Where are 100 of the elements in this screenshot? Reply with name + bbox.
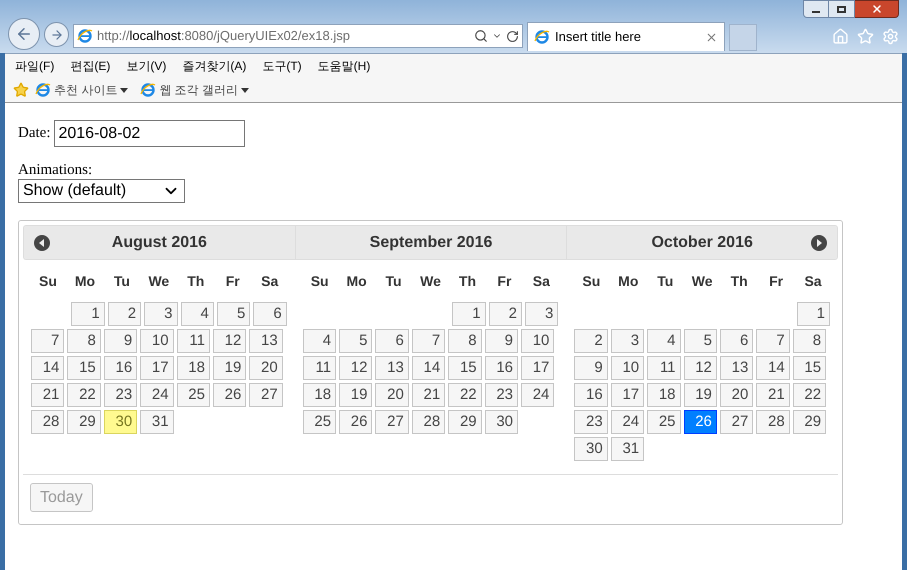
day-cell[interactable]: 5 <box>684 329 717 353</box>
menu-item[interactable]: 보기(V) <box>126 57 166 75</box>
day-cell[interactable]: 19 <box>684 383 717 407</box>
day-cell[interactable]: 7 <box>31 329 64 353</box>
day-cell[interactable]: 26 <box>684 410 717 434</box>
day-cell[interactable]: 28 <box>756 410 790 434</box>
day-cell[interactable]: 7 <box>756 329 790 353</box>
day-cell[interactable]: 8 <box>792 329 826 353</box>
day-cell[interactable]: 29 <box>792 410 826 434</box>
day-cell[interactable]: 16 <box>484 356 518 380</box>
day-cell[interactable]: 23 <box>484 383 518 407</box>
refresh-icon[interactable] <box>506 30 519 42</box>
day-cell[interactable]: 15 <box>67 356 101 380</box>
day-cell[interactable]: 3 <box>524 302 558 326</box>
day-cell[interactable]: 25 <box>302 410 336 434</box>
day-cell[interactable]: 9 <box>104 329 138 353</box>
menu-item[interactable]: 파일(F) <box>15 57 54 75</box>
day-cell[interactable]: 30 <box>104 410 138 434</box>
day-cell[interactable]: 17 <box>140 356 174 380</box>
day-cell[interactable]: 21 <box>31 383 64 407</box>
day-cell[interactable]: 12 <box>339 356 372 380</box>
favorites-star-icon[interactable] <box>13 82 29 98</box>
day-cell[interactable]: 12 <box>212 329 246 353</box>
day-cell[interactable]: 28 <box>412 410 446 434</box>
day-cell[interactable]: 9 <box>574 356 608 380</box>
day-cell[interactable]: 19 <box>212 356 246 380</box>
day-cell[interactable]: 31 <box>140 410 174 434</box>
day-cell[interactable]: 9 <box>484 329 518 353</box>
day-cell[interactable]: 10 <box>140 329 174 353</box>
favorites-link[interactable]: 추천 사이트 <box>35 81 128 99</box>
day-cell[interactable]: 4 <box>302 329 336 353</box>
day-cell[interactable]: 15 <box>792 356 826 380</box>
day-cell[interactable]: 10 <box>521 329 554 353</box>
day-cell[interactable]: 28 <box>31 410 64 434</box>
previous-month-button[interactable] <box>34 235 50 251</box>
day-cell[interactable]: 29 <box>67 410 101 434</box>
day-cell[interactable]: 22 <box>448 383 482 407</box>
day-cell[interactable]: 26 <box>212 383 246 407</box>
menu-item[interactable]: 도구(T) <box>262 57 302 75</box>
day-cell[interactable]: 11 <box>176 329 210 353</box>
day-cell[interactable]: 17 <box>521 356 554 380</box>
day-cell[interactable]: 10 <box>610 356 644 380</box>
day-cell[interactable]: 26 <box>339 410 372 434</box>
back-button[interactable] <box>8 18 40 50</box>
next-month-button[interactable] <box>811 235 828 251</box>
day-cell[interactable]: 1 <box>452 302 486 326</box>
day-cell[interactable]: 1 <box>71 302 105 326</box>
maximize-button[interactable] <box>829 0 855 18</box>
day-cell[interactable]: 21 <box>756 383 790 407</box>
day-cell[interactable]: 11 <box>647 356 681 380</box>
day-cell[interactable]: 16 <box>104 356 138 380</box>
day-cell[interactable]: 8 <box>67 329 101 353</box>
day-cell[interactable]: 22 <box>792 383 826 407</box>
day-cell[interactable]: 17 <box>610 383 644 407</box>
day-cell[interactable]: 12 <box>684 356 717 380</box>
menu-item[interactable]: 편집(E) <box>70 57 110 75</box>
day-cell[interactable]: 27 <box>720 410 754 434</box>
day-cell[interactable]: 30 <box>484 410 518 434</box>
close-window-button[interactable] <box>855 0 899 18</box>
day-cell[interactable]: 27 <box>249 383 283 407</box>
browser-tab[interactable]: Insert title here <box>527 22 725 51</box>
day-cell[interactable]: 24 <box>521 383 554 407</box>
day-cell[interactable]: 1 <box>796 302 830 326</box>
day-cell[interactable]: 25 <box>176 383 210 407</box>
day-cell[interactable]: 2 <box>488 302 522 326</box>
day-cell[interactable]: 13 <box>720 356 754 380</box>
day-cell[interactable]: 20 <box>249 356 283 380</box>
day-cell[interactable]: 5 <box>339 329 372 353</box>
day-cell[interactable]: 14 <box>31 356 64 380</box>
forward-button[interactable] <box>44 22 69 47</box>
search-icon[interactable] <box>474 29 488 43</box>
day-cell[interactable]: 25 <box>647 410 681 434</box>
close-icon[interactable] <box>705 30 718 44</box>
day-cell[interactable]: 30 <box>574 437 608 461</box>
menu-item[interactable]: 도움말(H) <box>318 57 370 75</box>
day-cell[interactable]: 19 <box>339 383 372 407</box>
day-cell[interactable]: 7 <box>412 329 446 353</box>
day-cell[interactable]: 20 <box>720 383 754 407</box>
favorites-link[interactable]: 웹 조각 갤러리 <box>140 81 250 99</box>
day-cell[interactable]: 4 <box>647 329 681 353</box>
day-cell[interactable]: 2 <box>574 329 608 353</box>
day-cell[interactable]: 14 <box>756 356 790 380</box>
day-cell[interactable]: 2 <box>108 302 142 326</box>
address-bar[interactable]: http://localhost:8080/jQueryUIEx02/ex18.jsp <box>73 24 523 48</box>
day-cell[interactable]: 14 <box>412 356 446 380</box>
day-cell[interactable]: 23 <box>104 383 138 407</box>
day-cell[interactable]: 31 <box>610 437 644 461</box>
day-cell[interactable]: 23 <box>574 410 608 434</box>
date-field[interactable]: 2016-08-02 <box>54 120 246 147</box>
day-cell[interactable]: 13 <box>249 329 283 353</box>
day-cell[interactable]: 18 <box>647 383 681 407</box>
day-cell[interactable]: 22 <box>67 383 101 407</box>
day-cell[interactable]: 20 <box>375 383 409 407</box>
day-cell[interactable]: 16 <box>574 383 608 407</box>
day-cell[interactable]: 8 <box>448 329 482 353</box>
animations-select[interactable]: Show (default) <box>18 179 185 203</box>
day-cell[interactable]: 6 <box>720 329 754 353</box>
day-cell[interactable]: 24 <box>610 410 644 434</box>
day-cell[interactable]: 4 <box>180 302 214 326</box>
day-cell[interactable]: 21 <box>412 383 446 407</box>
